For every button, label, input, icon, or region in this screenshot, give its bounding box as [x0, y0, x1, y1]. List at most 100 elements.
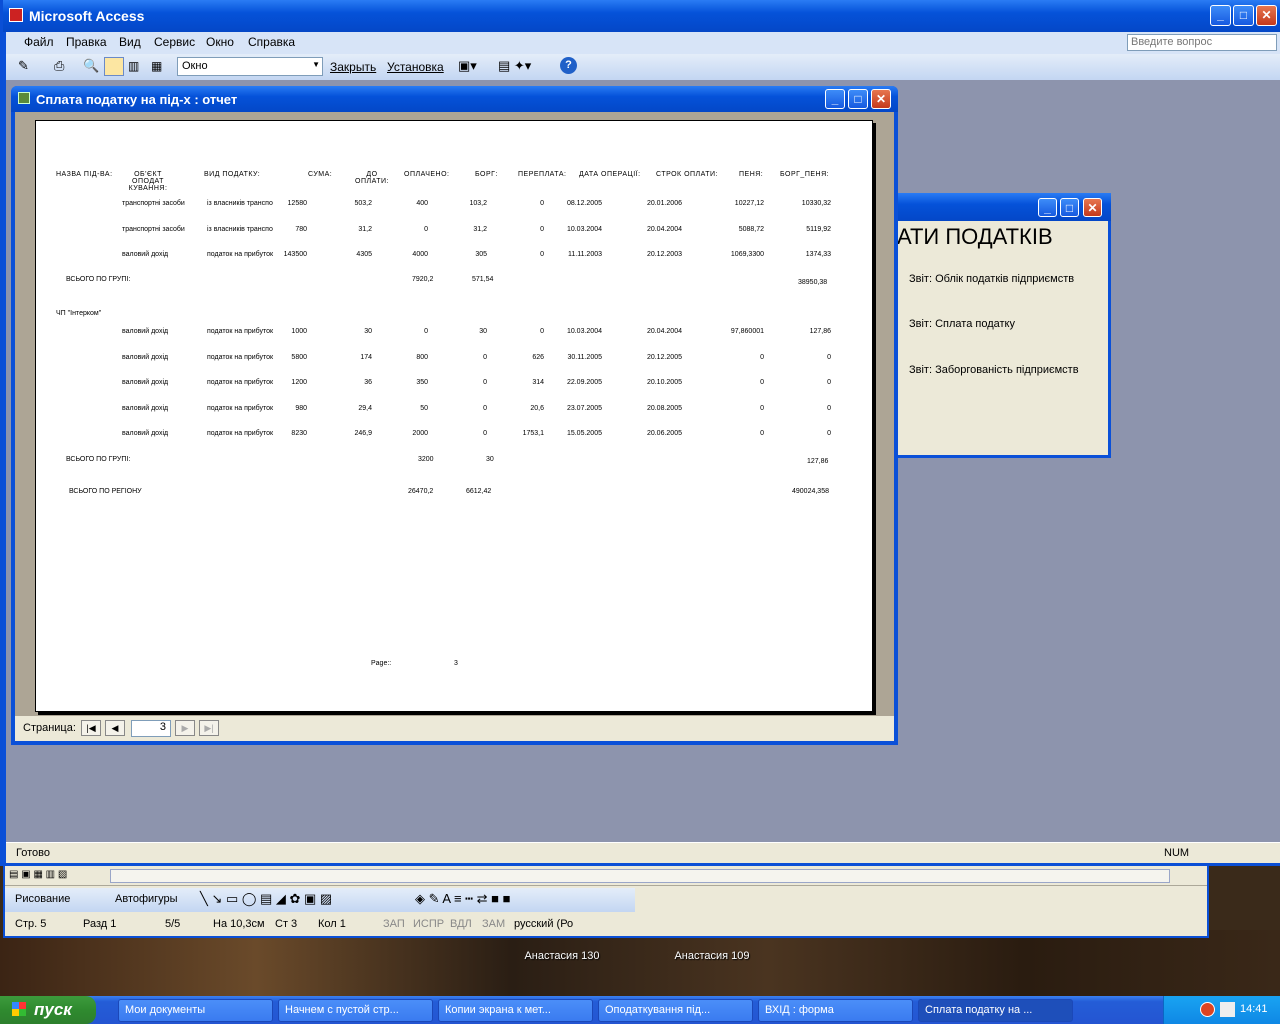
group2-row-3-cell-6: 20,6: [530, 404, 544, 412]
status-position: На 10,3см: [213, 918, 265, 930]
group2-row-4-cell-3: 246,9: [354, 430, 372, 437]
header-tax-type: ВИД ПОДАТКУ:: [204, 171, 261, 178]
help-icon[interactable]: ?: [560, 57, 577, 74]
menu-view[interactable]: Вид: [119, 35, 141, 49]
report-preview-area: НАЗВА ПІД-ВА: ОБ'ЄКТ ОПОДАТ КУВАННЯ: ВИД…: [15, 112, 894, 716]
group2-total-paid: 3200: [418, 456, 434, 463]
group2-row-2-cell-3: 36: [364, 379, 372, 386]
region-total-debt-fine: 490024,358: [792, 488, 829, 495]
menu-file[interactable]: Файл: [24, 35, 54, 49]
group2-row-3-cell-10: 0: [827, 404, 831, 412]
group2-row-1-cell-10: 0: [827, 353, 831, 361]
maximize-button[interactable]: □: [848, 89, 868, 109]
maximize-button[interactable]: □: [1060, 198, 1079, 217]
status-page: Стр. 5: [15, 918, 47, 930]
group2-row-2-cell-0: валовий дохід: [122, 379, 169, 386]
task-word-2[interactable]: Копии экрана к мет...: [438, 999, 593, 1022]
minimize-button[interactable]: _: [1210, 5, 1231, 26]
multiple-pages-icon[interactable]: ▦: [151, 59, 162, 73]
word-window-bottom: ▤ ▣ ▦ ▥ ▧ Рисование Автофигуры ╲ ↘ ▭ ◯ ▤…: [3, 866, 1209, 938]
status-num: NUM: [1164, 847, 1190, 859]
header-debt-fine: БОРГ_ПЕНЯ:: [780, 171, 830, 178]
office-links-icon[interactable]: ▣▾: [458, 58, 477, 74]
menu-tools[interactable]: Сервис: [154, 35, 195, 49]
group1-row-2-cell-9: 1069,3300: [730, 251, 764, 258]
minimize-button[interactable]: _: [825, 89, 845, 109]
report-link-debt[interactable]: Звіт: Заборгованість підприємств: [909, 364, 1079, 376]
start-button[interactable]: пуск: [0, 996, 96, 1024]
group2-row-3-cell-4: 50: [420, 404, 428, 412]
task-report[interactable]: Сплата податку на ...: [918, 999, 1073, 1022]
autoshapes-menu[interactable]: Автофигуры: [115, 893, 178, 905]
close-button[interactable]: ✕: [871, 89, 891, 109]
group1-row-0-cell-8: 20.01.2006: [646, 200, 682, 207]
group2-row-0-cell-6: 0: [540, 328, 544, 335]
menu-edit[interactable]: Правка: [66, 35, 107, 49]
one-page-icon[interactable]: [104, 57, 124, 76]
status-language: русский (Ро: [514, 918, 574, 930]
task-access-db[interactable]: Оподаткування під...: [598, 999, 753, 1022]
group2-company-name: ЧП "Інтерком": [56, 310, 102, 317]
task-entry-form[interactable]: ВХІД : форма: [758, 999, 913, 1022]
two-pages-icon[interactable]: ▥: [128, 59, 139, 73]
view-buttons[interactable]: ▤ ▣ ▦ ▥ ▧: [9, 869, 94, 883]
first-page-button[interactable]: |◀: [81, 720, 101, 736]
horizontal-scrollbar[interactable]: [110, 869, 1170, 883]
group1-row-0-cell-2: 12580: [287, 200, 307, 207]
close-preview-button[interactable]: Закрыть: [330, 60, 376, 74]
desktop-icon-2[interactable]: Анастасия 109: [667, 950, 757, 962]
zoom-select[interactable]: Окно ▼: [177, 57, 323, 76]
chevron-down-icon: ▼: [312, 60, 320, 69]
drawing-menu[interactable]: Рисование: [15, 893, 70, 905]
report-link-tax-accounting[interactable]: Звіт: Облік податків підприємств: [909, 273, 1074, 285]
desktop-icon-1[interactable]: Анастасия 130: [517, 950, 607, 962]
status-ext: ВДЛ: [450, 918, 472, 930]
page-number-value: 3: [159, 721, 166, 733]
page-setup-button[interactable]: Установка: [387, 60, 444, 74]
menu-window[interactable]: Окно: [206, 35, 234, 49]
group1-row-2-cell-5: 305: [475, 251, 487, 258]
page-navigation: Страница: |◀ ◀ 3 ▶ ▶|: [15, 716, 894, 741]
access-titlebar: Microsoft Access _ □ ✕: [3, 0, 1280, 32]
close-button[interactable]: ✕: [1083, 198, 1102, 217]
region-total-debt: 6612,42: [466, 488, 492, 495]
help-question-input[interactable]: Введите вопрос: [1127, 34, 1277, 51]
menu-help[interactable]: Справка: [248, 35, 295, 49]
next-page-button[interactable]: ▶: [175, 720, 195, 736]
group2-row-1-cell-2: 5800: [291, 353, 307, 361]
report-titlebar: Сплата податку на під-х : отчет _ □ ✕: [11, 86, 898, 112]
group1-row-0-cell-5: 103,2: [469, 200, 487, 207]
tray-app-icon[interactable]: [1220, 1002, 1235, 1017]
close-button[interactable]: ✕: [1256, 5, 1277, 26]
report-link-tax-payment[interactable]: Звіт: Сплата податку: [909, 318, 1015, 330]
group2-row-4-cell-4: 2000: [412, 430, 428, 437]
group2-row-2-cell-7: 22.09.2005: [566, 379, 602, 386]
line-tool-icon[interactable]: ╲ ↘ ▭ ◯ ▤ ◢ ✿ ▣ ▨: [200, 891, 332, 907]
group1-row-1-cell-4: 0: [424, 225, 428, 233]
task-word-1[interactable]: Начнем с пустой стр...: [278, 999, 433, 1022]
last-page-button[interactable]: ▶|: [199, 720, 219, 736]
page-number-input[interactable]: 3: [131, 720, 171, 737]
print-preview-toolbar: ✎ ⎙ 🔍 ▥ ▦ Окно ▼ Закрыть Установка ▣▾ ▤ ✦…: [6, 54, 1280, 80]
zoom-icon[interactable]: 🔍: [83, 58, 99, 74]
antivirus-icon[interactable]: [1200, 1002, 1215, 1017]
group2-row-3-cell-0: валовий дохід: [122, 404, 169, 412]
maximize-button[interactable]: □: [1233, 5, 1254, 26]
color-tools-icon[interactable]: ◈ ✎ A ≡ ┅ ⇄ ■ ■: [415, 891, 510, 907]
group2-row-2-cell-10: 0: [827, 379, 831, 386]
help-question-placeholder: Введите вопрос: [1131, 36, 1213, 48]
group2-total-label: ВСЬОГО ПО ГРУПІ:: [66, 456, 131, 463]
group2-row-1-cell-3: 174: [360, 353, 372, 361]
switchboard-form-window: _ □ ✕ АТИ ПОДАТКІВ Звіт: Облік податків …: [897, 193, 1111, 458]
group2-row-1-cell-7: 30.11.2005: [567, 353, 602, 361]
group2-row-4-cell-5: 0: [483, 430, 487, 437]
task-my-documents[interactable]: Мои документы: [118, 999, 273, 1022]
group1-row-2-cell-0: валовий дохід: [122, 251, 169, 258]
design-view-icon[interactable]: ✎: [18, 58, 29, 74]
print-icon[interactable]: ⎙: [54, 58, 64, 74]
group2-row-2-cell-4: 350: [416, 379, 428, 386]
group1-total-debt-fine: 38950,38: [798, 279, 828, 286]
prev-page-button[interactable]: ◀: [105, 720, 125, 736]
database-window-icon[interactable]: ▤ ✦▾: [498, 58, 531, 74]
minimize-button[interactable]: _: [1038, 198, 1057, 217]
